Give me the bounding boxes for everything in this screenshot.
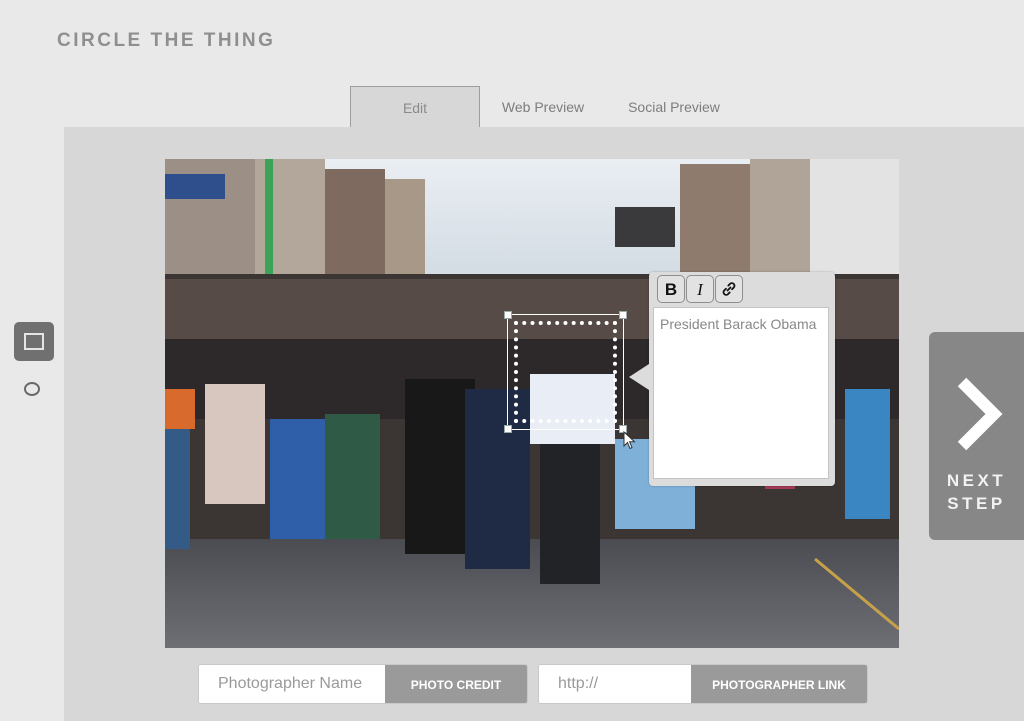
caption-popover: B I President Barack Obama (629, 272, 835, 486)
tab-edit[interactable]: Edit (350, 86, 480, 127)
italic-button[interactable]: I (686, 275, 714, 303)
rectangle-icon (24, 333, 44, 350)
chevron-right-icon (957, 377, 1003, 451)
italic-icon: I (697, 280, 703, 299)
next-step-label-line1: NEXT (946, 471, 1007, 490)
resize-handle-top-right[interactable] (619, 311, 627, 319)
tab-web-preview[interactable]: Web Preview (490, 86, 596, 127)
app-title: CIRCLE THE THING (57, 30, 276, 51)
circle-icon[interactable] (24, 382, 40, 396)
mouse-cursor-icon (623, 431, 636, 450)
bold-button[interactable]: B (657, 275, 685, 303)
circle-selection-box[interactable] (504, 311, 627, 433)
rectangle-tool-button[interactable] (14, 322, 54, 361)
next-step-label-line2: STEP (947, 494, 1006, 513)
selection-dotted-outline (514, 321, 617, 423)
photographer-link-button[interactable]: PHOTOGRAPHER LINK (691, 665, 867, 703)
resize-handle-top-left[interactable] (504, 311, 512, 319)
link-icon (722, 282, 736, 296)
photo-credit-button[interactable]: PHOTO CREDIT (385, 665, 527, 703)
resize-handle-bottom-left[interactable] (504, 425, 512, 433)
popover-arrow (629, 364, 649, 390)
photographer-name-input[interactable] (199, 665, 385, 703)
tab-social-preview[interactable]: Social Preview (618, 86, 730, 127)
next-step-label: NEXT STEP (929, 469, 1024, 515)
link-button[interactable] (715, 275, 743, 303)
caption-textarea[interactable]: President Barack Obama (653, 307, 829, 479)
next-step-button[interactable]: NEXT STEP (929, 332, 1024, 540)
photo-credit-group: PHOTO CREDIT (198, 664, 528, 704)
photographer-link-input[interactable] (539, 665, 691, 703)
photographer-link-group: PHOTOGRAPHER LINK (538, 664, 868, 704)
bold-icon: B (664, 280, 678, 299)
